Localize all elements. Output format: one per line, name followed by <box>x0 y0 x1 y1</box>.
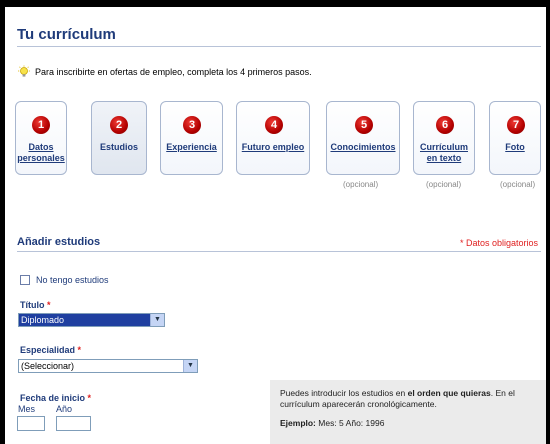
especialidad-select[interactable]: (Seleccionar) ▼ <box>18 359 198 373</box>
no-studies-checkbox[interactable] <box>20 275 30 285</box>
titulo-select[interactable]: Diplomado ▼ <box>18 313 165 327</box>
required-fields-note: * Datos obligatorios <box>460 238 539 248</box>
titulo-label: Título * <box>20 300 51 310</box>
info-example: Ejemplo: Mes: 5 Año: 1996 <box>280 418 385 428</box>
step-label: Estudios <box>99 142 138 152</box>
steps-bar: 1 Datos personales 2 Estudios 3 Experienc… <box>0 100 550 196</box>
window-frame-top <box>0 0 550 7</box>
chevron-down-icon[interactable]: ▼ <box>183 360 197 372</box>
step-number-badge: 6 <box>436 116 454 134</box>
step-datos-personales[interactable]: 1 Datos personales <box>15 101 67 175</box>
step-number-badge: 1 <box>32 116 50 134</box>
step-label[interactable]: Foto <box>490 142 540 153</box>
no-studies-label[interactable]: No tengo estudios <box>36 275 109 285</box>
step-experiencia[interactable]: 3 Experiencia <box>160 101 223 175</box>
step-number-badge: 5 <box>355 116 373 134</box>
especialidad-label: Especialidad * <box>20 345 82 355</box>
step-conocimientos[interactable]: 5 Conocimientos <box>326 101 400 175</box>
step-estudios[interactable]: 2 Estudios <box>91 101 147 175</box>
window-frame-left <box>0 0 5 444</box>
step-label[interactable]: Futuro empleo <box>237 142 309 153</box>
info-line-2: currículum aparecerán cronológicamente. <box>280 399 437 409</box>
ano-label: Año <box>56 404 73 414</box>
step-foto[interactable]: 7 Foto <box>489 101 541 175</box>
step-number-badge: 2 <box>110 116 128 134</box>
step-label[interactable]: Experiencia <box>161 142 222 153</box>
chevron-down-icon[interactable]: ▼ <box>150 314 164 326</box>
lightbulb-icon <box>18 65 30 77</box>
especialidad-select-value: (Seleccionar) <box>21 361 75 371</box>
step-curriculum-en-texto[interactable]: 6 Currículum en texto <box>413 101 475 175</box>
info-line-1: Puedes introducir los estudios en el ord… <box>280 388 515 398</box>
optional-note-conocimientos: (opcional) <box>343 180 379 189</box>
section-divider <box>17 251 541 252</box>
step-label[interactable]: Currículum en texto <box>414 142 474 164</box>
mes-label: Mes <box>18 404 36 414</box>
hint-text-rest: completa los 4 primeros pasos. <box>187 67 312 77</box>
step-number-badge: 4 <box>265 116 283 134</box>
step-futuro-empleo[interactable]: 4 Futuro empleo <box>236 101 310 175</box>
step-number-badge: 3 <box>183 116 201 134</box>
step-label[interactable]: Conocimientos <box>327 142 399 153</box>
page-title: Tu currículum <box>17 26 116 43</box>
fecha-inicio-label: Fecha de inicio * <box>20 393 92 403</box>
section-title: Añadir estudios <box>17 236 101 248</box>
optional-note-curriculum: (opcional) <box>426 180 462 189</box>
info-box: Puedes introducir los estudios en el ord… <box>270 380 546 444</box>
step-label[interactable]: Datos personales <box>16 142 66 164</box>
hint-message: Para inscribirte en ofertas de empleo, c… <box>17 65 312 79</box>
hint-text: Para inscribirte en ofertas de empleo, <box>35 67 185 77</box>
mes-input[interactable] <box>17 416 45 431</box>
title-divider <box>17 46 541 47</box>
ano-input[interactable] <box>56 416 91 431</box>
optional-note-foto: (opcional) <box>500 180 536 189</box>
window-frame-right <box>546 0 550 444</box>
titulo-select-value: Diplomado <box>21 315 65 325</box>
step-number-badge: 7 <box>507 116 525 134</box>
